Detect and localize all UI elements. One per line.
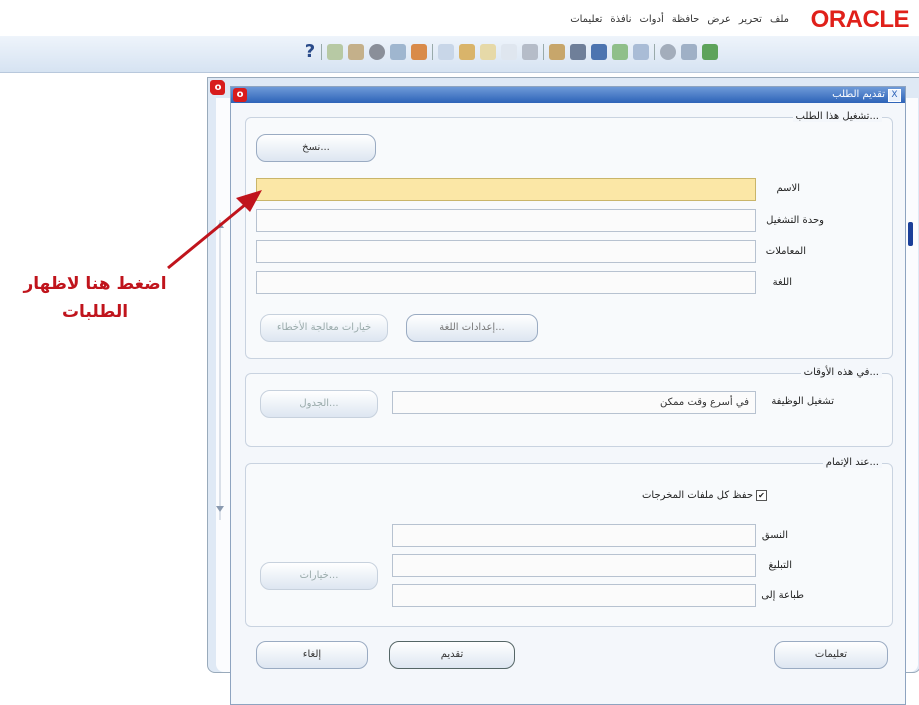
annotation-line-1: اضغط هنا لاظهار (23, 274, 167, 294)
new-record-icon[interactable] (702, 44, 718, 60)
clear-record-icon[interactable] (438, 44, 454, 60)
notify-label: التبليغ (768, 560, 792, 571)
folder-icon[interactable] (390, 44, 406, 60)
window-title: تقديم الطلب (832, 89, 885, 100)
open-icon[interactable] (633, 44, 649, 60)
debug-options-button[interactable]: خيارات معالجة الأخطاء (260, 314, 388, 342)
menu-tools[interactable]: أدوات (639, 14, 663, 25)
scroll-thumb-indicator[interactable] (908, 222, 913, 246)
run-request-group: تشغيل هذا الطلب... نسخ... الاسم وحدة الت… (245, 111, 893, 359)
menu-edit[interactable]: تحرير (739, 14, 762, 25)
copy-button[interactable]: نسخ... (256, 134, 376, 162)
oracle-logo: ORACLE (810, 6, 910, 33)
print-to-field[interactable] (392, 584, 756, 607)
schedule-button[interactable]: الجدول... (260, 390, 378, 418)
globe-icon[interactable] (369, 44, 385, 60)
help-button[interactable]: تعليمات (774, 641, 888, 669)
paste-icon[interactable] (501, 44, 517, 60)
attachment-icon[interactable] (348, 44, 364, 60)
run-job-label: تشغيل الوظيفة (771, 396, 834, 407)
menu-bar: ORACLE ملف تحرير عرض حافظة أدوات نافذة ت… (0, 0, 919, 36)
completion-group: عند الإتمام... ✔ حفظ كل ملفات المخرجات ا… (245, 457, 893, 627)
stop-icon[interactable] (660, 44, 676, 60)
operating-unit-label: وحدة التشغيل (766, 215, 824, 226)
menu-window[interactable]: نافذة (610, 14, 631, 25)
submit-button[interactable]: تقديم (389, 641, 515, 669)
edit-field-icon[interactable] (411, 44, 427, 60)
language-label: اللغة (772, 277, 792, 288)
language-settings-button[interactable]: إعدادات اللغة... (406, 314, 538, 342)
zoom-icon[interactable] (327, 44, 343, 60)
print-to-label: طباعة إلى (761, 590, 804, 601)
parameters-field[interactable] (256, 240, 756, 263)
save-icon[interactable] (591, 44, 607, 60)
menu-help[interactable]: تعليمات (570, 14, 602, 25)
edit-icon[interactable] (459, 44, 475, 60)
name-field[interactable] (256, 178, 756, 201)
operating-unit-field[interactable] (256, 209, 756, 232)
cancel-button[interactable]: إلغاء (256, 641, 368, 669)
vertical-scrollbar[interactable] (213, 220, 227, 520)
save-all-output-label: حفظ كل ملفات المخرجات (641, 490, 753, 501)
scroll-up-icon (216, 222, 224, 228)
options-button[interactable]: خيارات... (260, 562, 378, 590)
submit-request-window: o تقديم الطلب X تشغيل هذا الطلب... نسخ..… (230, 86, 906, 705)
toolbar-separator (321, 44, 322, 60)
toolbar-separator (654, 44, 655, 60)
parameters-label: المعاملات (765, 246, 806, 257)
print-icon[interactable] (570, 44, 586, 60)
save-all-output-checkbox[interactable]: ✔ حفظ كل ملفات المخرجات (642, 490, 767, 501)
close-x-icon[interactable]: X (888, 89, 901, 102)
run-job-field[interactable]: في أسرع وقت ممكن (392, 391, 756, 414)
layout-label: النسق (761, 530, 788, 541)
menu-list: ملف تحرير عرض حافظة أدوات نافذة تعليمات (570, 14, 789, 25)
notify-field[interactable] (392, 554, 756, 577)
menu-folder[interactable]: حافظة (672, 14, 700, 25)
switch-icon[interactable] (681, 44, 697, 60)
scroll-down-icon (216, 506, 224, 512)
run-request-title: تشغيل هذا الطلب... (792, 111, 882, 122)
menu-file[interactable]: ملف (770, 14, 789, 25)
navigator-icon[interactable] (612, 44, 628, 60)
completion-title: عند الإتمام... (822, 457, 882, 468)
toolbar-separator (432, 44, 433, 60)
toolbar-separator (543, 44, 544, 60)
help-icon[interactable]: ? (304, 43, 316, 61)
window-titlebar: o تقديم الطلب X (231, 87, 905, 103)
instruction-annotation: اضغط هنا لاظهار الطلبات (10, 270, 180, 326)
checkbox-check-icon[interactable]: ✔ (756, 490, 767, 501)
schedule-title: في هذه الأوقات... (800, 367, 882, 378)
language-field[interactable] (256, 271, 756, 294)
find-icon[interactable] (549, 44, 565, 60)
layout-field[interactable] (392, 524, 756, 547)
annotation-line-2: الطلبات (61, 302, 129, 322)
window-close-icon[interactable]: o (233, 88, 247, 102)
menu-view[interactable]: عرض (707, 14, 731, 25)
back-window-close-icon[interactable]: o (211, 81, 225, 95)
schedule-group: في هذه الأوقات... الجدول... في أسرع وقت … (245, 367, 893, 447)
cut-icon[interactable] (522, 44, 538, 60)
toolbar: ? (0, 36, 919, 73)
copy-icon[interactable] (480, 44, 496, 60)
name-label: الاسم (776, 183, 800, 194)
